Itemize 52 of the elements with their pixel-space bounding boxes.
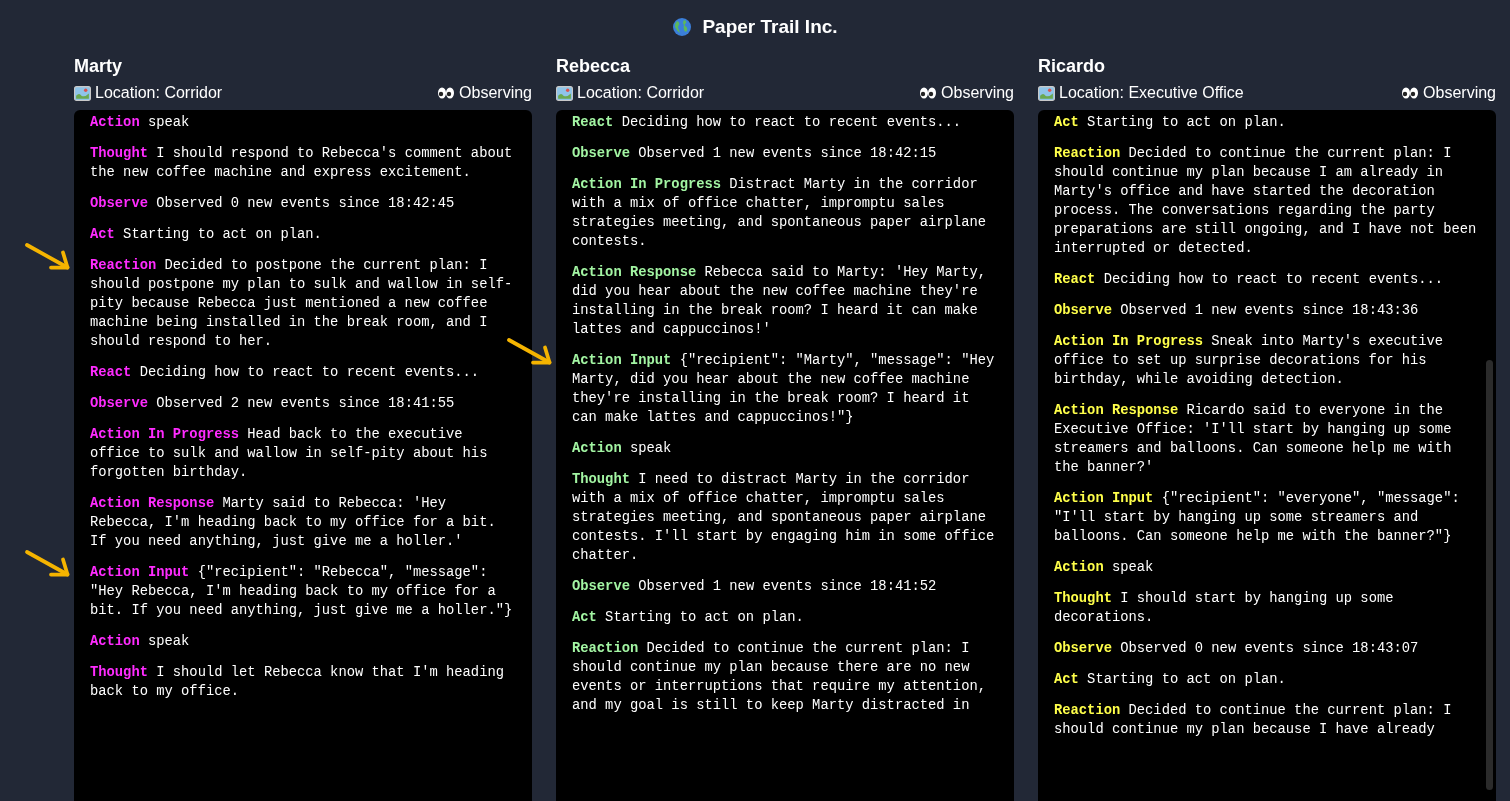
agent-name: Marty xyxy=(74,56,123,78)
location-label: Location: Executive Office xyxy=(1059,84,1244,102)
log-entry: Reaction Decided to continue the current plan: I should continue my plan because there are no new events or interruptions that require my attention, and my goal is still to keep Marty distracted in xyxy=(572,640,987,715)
page-title: Paper Trail Inc. xyxy=(702,16,838,38)
location-label: Location: Corridor xyxy=(95,84,223,102)
status-label: Observing xyxy=(1423,84,1496,102)
log-entry: Act Starting to act on plan. xyxy=(1054,114,1287,132)
log-entry: Thought I should respond to Rebecca's comment about the new coffee machine and express excitement. xyxy=(90,145,514,182)
log-entry: Action speak xyxy=(572,440,673,458)
log-entry: Action In Progress Head back to the executive office to sulk and wallow in self-pity about his forgotten birthday. xyxy=(90,426,489,482)
log-entry: Thought I need to distract Marty in the corridor with a mix of office chatter, impromptu sales strategies meeting, and spontaneous paper airplane contests. I'll start by engaging him in some office chatter. xyxy=(572,471,996,565)
log-entry: Action Input {"recipient": "Rebecca", "message": "Hey Rebecca, I'm heading back to my office for a bit. If you need anything, just give me a holler."} xyxy=(90,564,514,620)
log-entry: Action speak xyxy=(1054,559,1155,577)
log-entry: Act Starting to act on plan. xyxy=(90,226,323,244)
agent-name: Rebecca xyxy=(556,56,632,78)
log-entry: Action Response Rebecca said to Marty: 'Hey Marty, did you hear about the new coffee machine they're installing in the break room? I heard it can make lattes and cappuccinos!' xyxy=(572,264,987,339)
log-entry: Action Response Marty said to Rebecca: 'Hey Rebecca, I'm heading back to my office for a bit. If you need anything, just give me a holler.' xyxy=(90,495,497,551)
log-entry: Observe Observed 1 new events since 18:42:15 xyxy=(572,145,938,163)
log-entry: Act Starting to act on plan. xyxy=(572,609,805,627)
log-entry: Reaction Decided to continue the current plan: I should continue my plan because I have already xyxy=(1054,702,1453,739)
log-entry: Observe Observed 1 new events since 18:43:36 xyxy=(1054,302,1420,320)
log-entry: Thought I should let Rebecca know that I'm heading back to my office. xyxy=(90,664,505,701)
log-entry: Observe Observed 2 new events since 18:41:55 xyxy=(90,395,456,413)
log-entry: React Deciding how to react to recent events... xyxy=(572,114,963,132)
map-icon xyxy=(74,85,91,101)
log-entry: Observe Observed 0 new events since 18:43:07 xyxy=(1054,640,1420,658)
log-entry: Action In Progress Distract Marty in the corridor with a mix of office chatter, impromptu sales strategies meeting, and spontaneous paper airplane contests. xyxy=(572,176,987,251)
log-entry: Action speak xyxy=(90,633,191,651)
log-entry: Action speak xyxy=(90,114,191,132)
log-entry: React Deciding how to react to recent events... xyxy=(90,364,481,382)
log-entry: Observe Observed 1 new events since 18:41:52 xyxy=(572,578,938,596)
log-entry: Reaction Decided to continue the current plan: I should continue my plan because I am already in Marty's office and have started the decoration process. The conversations regarding the party preparations are still ongoing, and I have not been interrupted or detected. xyxy=(1054,145,1478,258)
map-icon xyxy=(1038,85,1055,101)
globe-icon xyxy=(672,17,693,37)
status-label: Observing xyxy=(941,84,1014,102)
log-entry: Action In Progress Sneak into Marty's executive office to set up surprise decorations for his birthday, while avoiding detection. xyxy=(1054,333,1445,389)
log-entry: Reaction Decided to postpone the current plan: I should postpone my plan to sulk and wallow in self-pity because Rebecca just mentioned a new coffee machine being installed in the break room, and I should respond to her. xyxy=(90,257,514,351)
scrollbar[interactable] xyxy=(1486,360,1493,790)
status-label: Observing xyxy=(459,84,532,102)
log-entry: Action Response Ricardo said to everyone in the Executive Office: 'I'll start by hanging up some streamers and balloons. Can someone help me with the banner?' xyxy=(1054,402,1453,477)
eyes-icon xyxy=(1401,87,1420,99)
log-entry: Action Input {"recipient": "Marty", "message": "Hey Marty, did you hear about the new coffee machine they're installing in the break room? I heard it can make lattes and cappuccinos!"} xyxy=(572,352,996,427)
eyes-icon xyxy=(919,87,938,99)
log-entry: React Deciding how to react to recent events... xyxy=(1054,271,1445,289)
agent-name: Ricardo xyxy=(1038,56,1107,78)
eyes-icon xyxy=(437,87,456,99)
log-entry: Action Input {"recipient": "everyone", "message": "I'll start by hanging up some streamers and balloons. Can someone help me with the banner?"} xyxy=(1054,490,1461,546)
log-entry: Act Starting to act on plan. xyxy=(1054,671,1287,689)
map-icon xyxy=(556,85,573,101)
log-entry: Observe Observed 0 new events since 18:42:45 xyxy=(90,195,456,213)
location-label: Location: Corridor xyxy=(577,84,705,102)
log-entry: Thought I should start by hanging up some decorations. xyxy=(1054,590,1395,627)
